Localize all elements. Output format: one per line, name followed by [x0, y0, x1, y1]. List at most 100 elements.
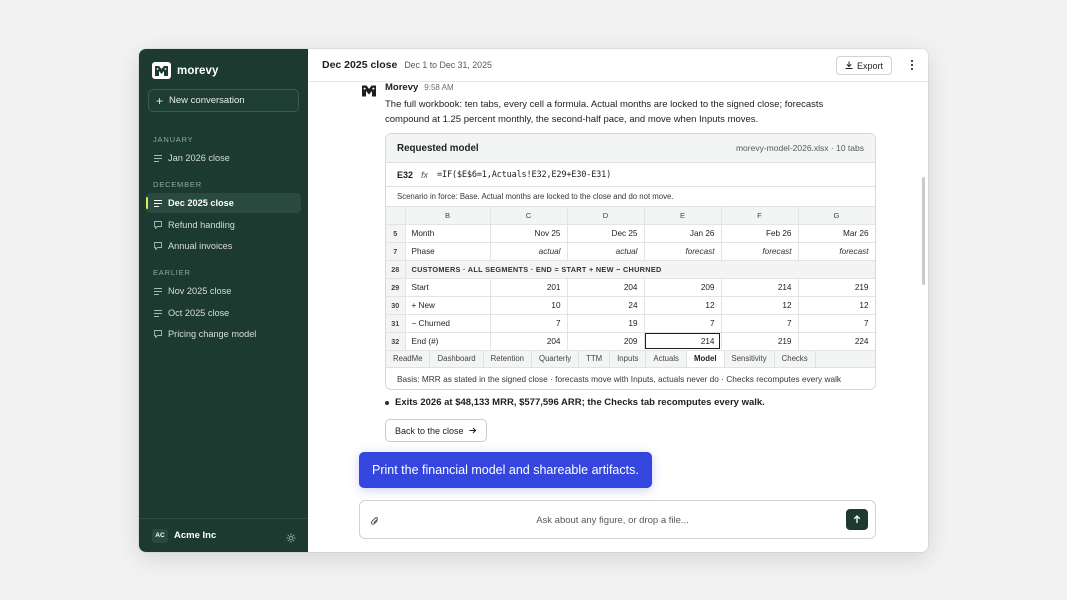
brand[interactable]: morevy	[152, 62, 219, 79]
tab-ttm[interactable]: TTM	[579, 350, 611, 367]
cell[interactable]: 19	[567, 314, 645, 333]
cell[interactable]: Mar 26	[798, 224, 875, 243]
cell[interactable]: actual	[567, 242, 645, 261]
cell[interactable]: 24	[567, 296, 645, 315]
row-label[interactable]: + New	[405, 296, 491, 315]
date-range: Dec 1 to Dec 31, 2025	[404, 60, 492, 70]
paperclip-icon[interactable]	[370, 514, 380, 532]
cell[interactable]: 7	[490, 314, 568, 333]
cell[interactable]: 209	[567, 332, 645, 351]
org-avatar[interactable]: AC	[152, 528, 168, 543]
sidebar-item-nov-2025-close[interactable]: Nov 2025 close	[146, 281, 301, 301]
cell[interactable]: 219	[721, 332, 799, 351]
cell[interactable]: forecast	[798, 242, 875, 261]
message-time: 9:58 AM	[424, 83, 454, 92]
new-conversation-button[interactable]: + New conversation	[148, 89, 299, 112]
cell[interactable]: 204	[490, 332, 568, 351]
scrollbar[interactable]	[922, 177, 925, 285]
sidebar-item-label: Dec 2025 close	[168, 198, 234, 208]
fx-icon: fx	[421, 169, 429, 180]
back-to-close-button[interactable]: Back to the close	[385, 419, 487, 442]
row-label[interactable]: End (#)	[405, 332, 491, 351]
back-to-close-label: Back to the close	[395, 425, 464, 436]
cell[interactable]: Feb 26	[721, 224, 799, 243]
new-conversation-label: New conversation	[169, 95, 245, 106]
column-header[interactable]: B	[405, 207, 491, 225]
row-label[interactable]: Month	[405, 224, 491, 243]
cell[interactable]: 7	[798, 314, 875, 333]
tab-sensitivity[interactable]: Sensitivity	[725, 350, 775, 367]
cell[interactable]: forecast	[721, 242, 799, 261]
settings-icon[interactable]	[286, 530, 296, 548]
row-number: 32	[386, 332, 406, 351]
list-icon	[153, 309, 162, 318]
arrow-right-icon	[469, 426, 477, 436]
send-button[interactable]	[846, 509, 868, 530]
cell[interactable]: 7	[721, 314, 799, 333]
sidebar-item-label: Pricing change model	[168, 329, 257, 339]
top-bar: Dec 2025 close Dec 1 to Dec 31, 2025 Exp…	[308, 49, 928, 82]
message-input[interactable]	[390, 511, 835, 529]
cell[interactable]: 224	[798, 332, 875, 351]
column-header[interactable]: D	[567, 207, 645, 225]
message-body: The full workbook: ten tabs, every cell …	[385, 99, 824, 125]
sidebar-item-refund-handling[interactable]: Refund handling	[146, 215, 301, 235]
selected-cell[interactable]: 214	[644, 332, 722, 351]
cell[interactable]: 12	[644, 296, 722, 315]
cell[interactable]: 12	[721, 296, 799, 315]
cell[interactable]: actual	[490, 242, 568, 261]
cell[interactable]: forecast	[644, 242, 722, 261]
list-icon	[153, 154, 162, 163]
row-label[interactable]: − Churned	[405, 314, 491, 333]
row-number: 5	[386, 224, 406, 243]
summary-bullet: Exits 2026 at $48,133 MRR, $577,596 ARR;…	[385, 397, 765, 408]
more-options-icon[interactable]	[910, 59, 914, 72]
cell[interactable]: 201	[490, 278, 568, 297]
tab-retention[interactable]: Retention	[484, 350, 533, 367]
row-label[interactable]: Start	[405, 278, 491, 297]
row-number: 7	[386, 242, 406, 261]
cell[interactable]: Dec 25	[567, 224, 645, 243]
sidebar-item-dec-2025-close[interactable]: Dec 2025 close	[146, 193, 301, 213]
cell[interactable]: Jan 26	[644, 224, 722, 243]
formula-bar: E32 fx =IF($E$6=1,Actuals!E32,E29+E30-E3…	[386, 163, 875, 187]
sidebar-item-pricing-change-model[interactable]: Pricing change model	[146, 324, 301, 344]
cell[interactable]: 214	[721, 278, 799, 297]
table-row: 28 CUSTOMERS · ALL SEGMENTS · END = STAR…	[386, 260, 875, 279]
scenario-note: Scenario in force: Base. Actual months a…	[386, 187, 875, 207]
row-number: 29	[386, 278, 406, 297]
brand-name: morevy	[177, 64, 219, 77]
row-label[interactable]: Phase	[405, 242, 491, 261]
sidebar-item-jan-2026-close[interactable]: Jan 2026 close	[146, 148, 301, 168]
tab-quarterly[interactable]: Quarterly	[532, 350, 580, 367]
tab-actuals[interactable]: Actuals	[646, 350, 687, 367]
export-button[interactable]: Export	[835, 56, 892, 75]
table-row: 30 + New 10 24 12 12 12	[386, 296, 875, 315]
app-window: morevy + New conversation JANUARY Jan 20…	[139, 49, 928, 552]
org-name[interactable]: Acme Inc	[174, 530, 216, 541]
section-header[interactable]: CUSTOMERS · ALL SEGMENTS · END = START +…	[405, 260, 875, 279]
tab-readme[interactable]: ReadMe	[386, 350, 431, 367]
card-file-name[interactable]: morevy-model-2026.xlsx · 10 tabs	[736, 143, 864, 153]
section-label-earlier: EARLIER	[153, 268, 191, 277]
sidebar-item-annual-invoices[interactable]: Annual invoices	[146, 236, 301, 256]
column-header[interactable]: E	[644, 207, 722, 225]
tab-inputs[interactable]: Inputs	[610, 350, 647, 367]
cell[interactable]: 204	[567, 278, 645, 297]
cell[interactable]: 7	[644, 314, 722, 333]
tab-dashboard[interactable]: Dashboard	[430, 350, 484, 367]
chat-icon	[153, 330, 162, 339]
assistant-avatar-icon	[361, 84, 377, 98]
tab-checks[interactable]: Checks	[775, 350, 816, 367]
cell[interactable]: Nov 25	[490, 224, 568, 243]
cell[interactable]: 12	[798, 296, 875, 315]
cell[interactable]: 10	[490, 296, 568, 315]
column-header[interactable]: C	[490, 207, 568, 225]
cell[interactable]: 219	[798, 278, 875, 297]
column-header[interactable]: G	[798, 207, 875, 225]
user-message: Print the financial model and shareable …	[359, 452, 652, 488]
column-header[interactable]: F	[721, 207, 799, 225]
tab-model[interactable]: Model	[686, 350, 725, 367]
cell[interactable]: 209	[644, 278, 722, 297]
sidebar-item-oct-2025-close[interactable]: Oct 2025 close	[146, 303, 301, 323]
